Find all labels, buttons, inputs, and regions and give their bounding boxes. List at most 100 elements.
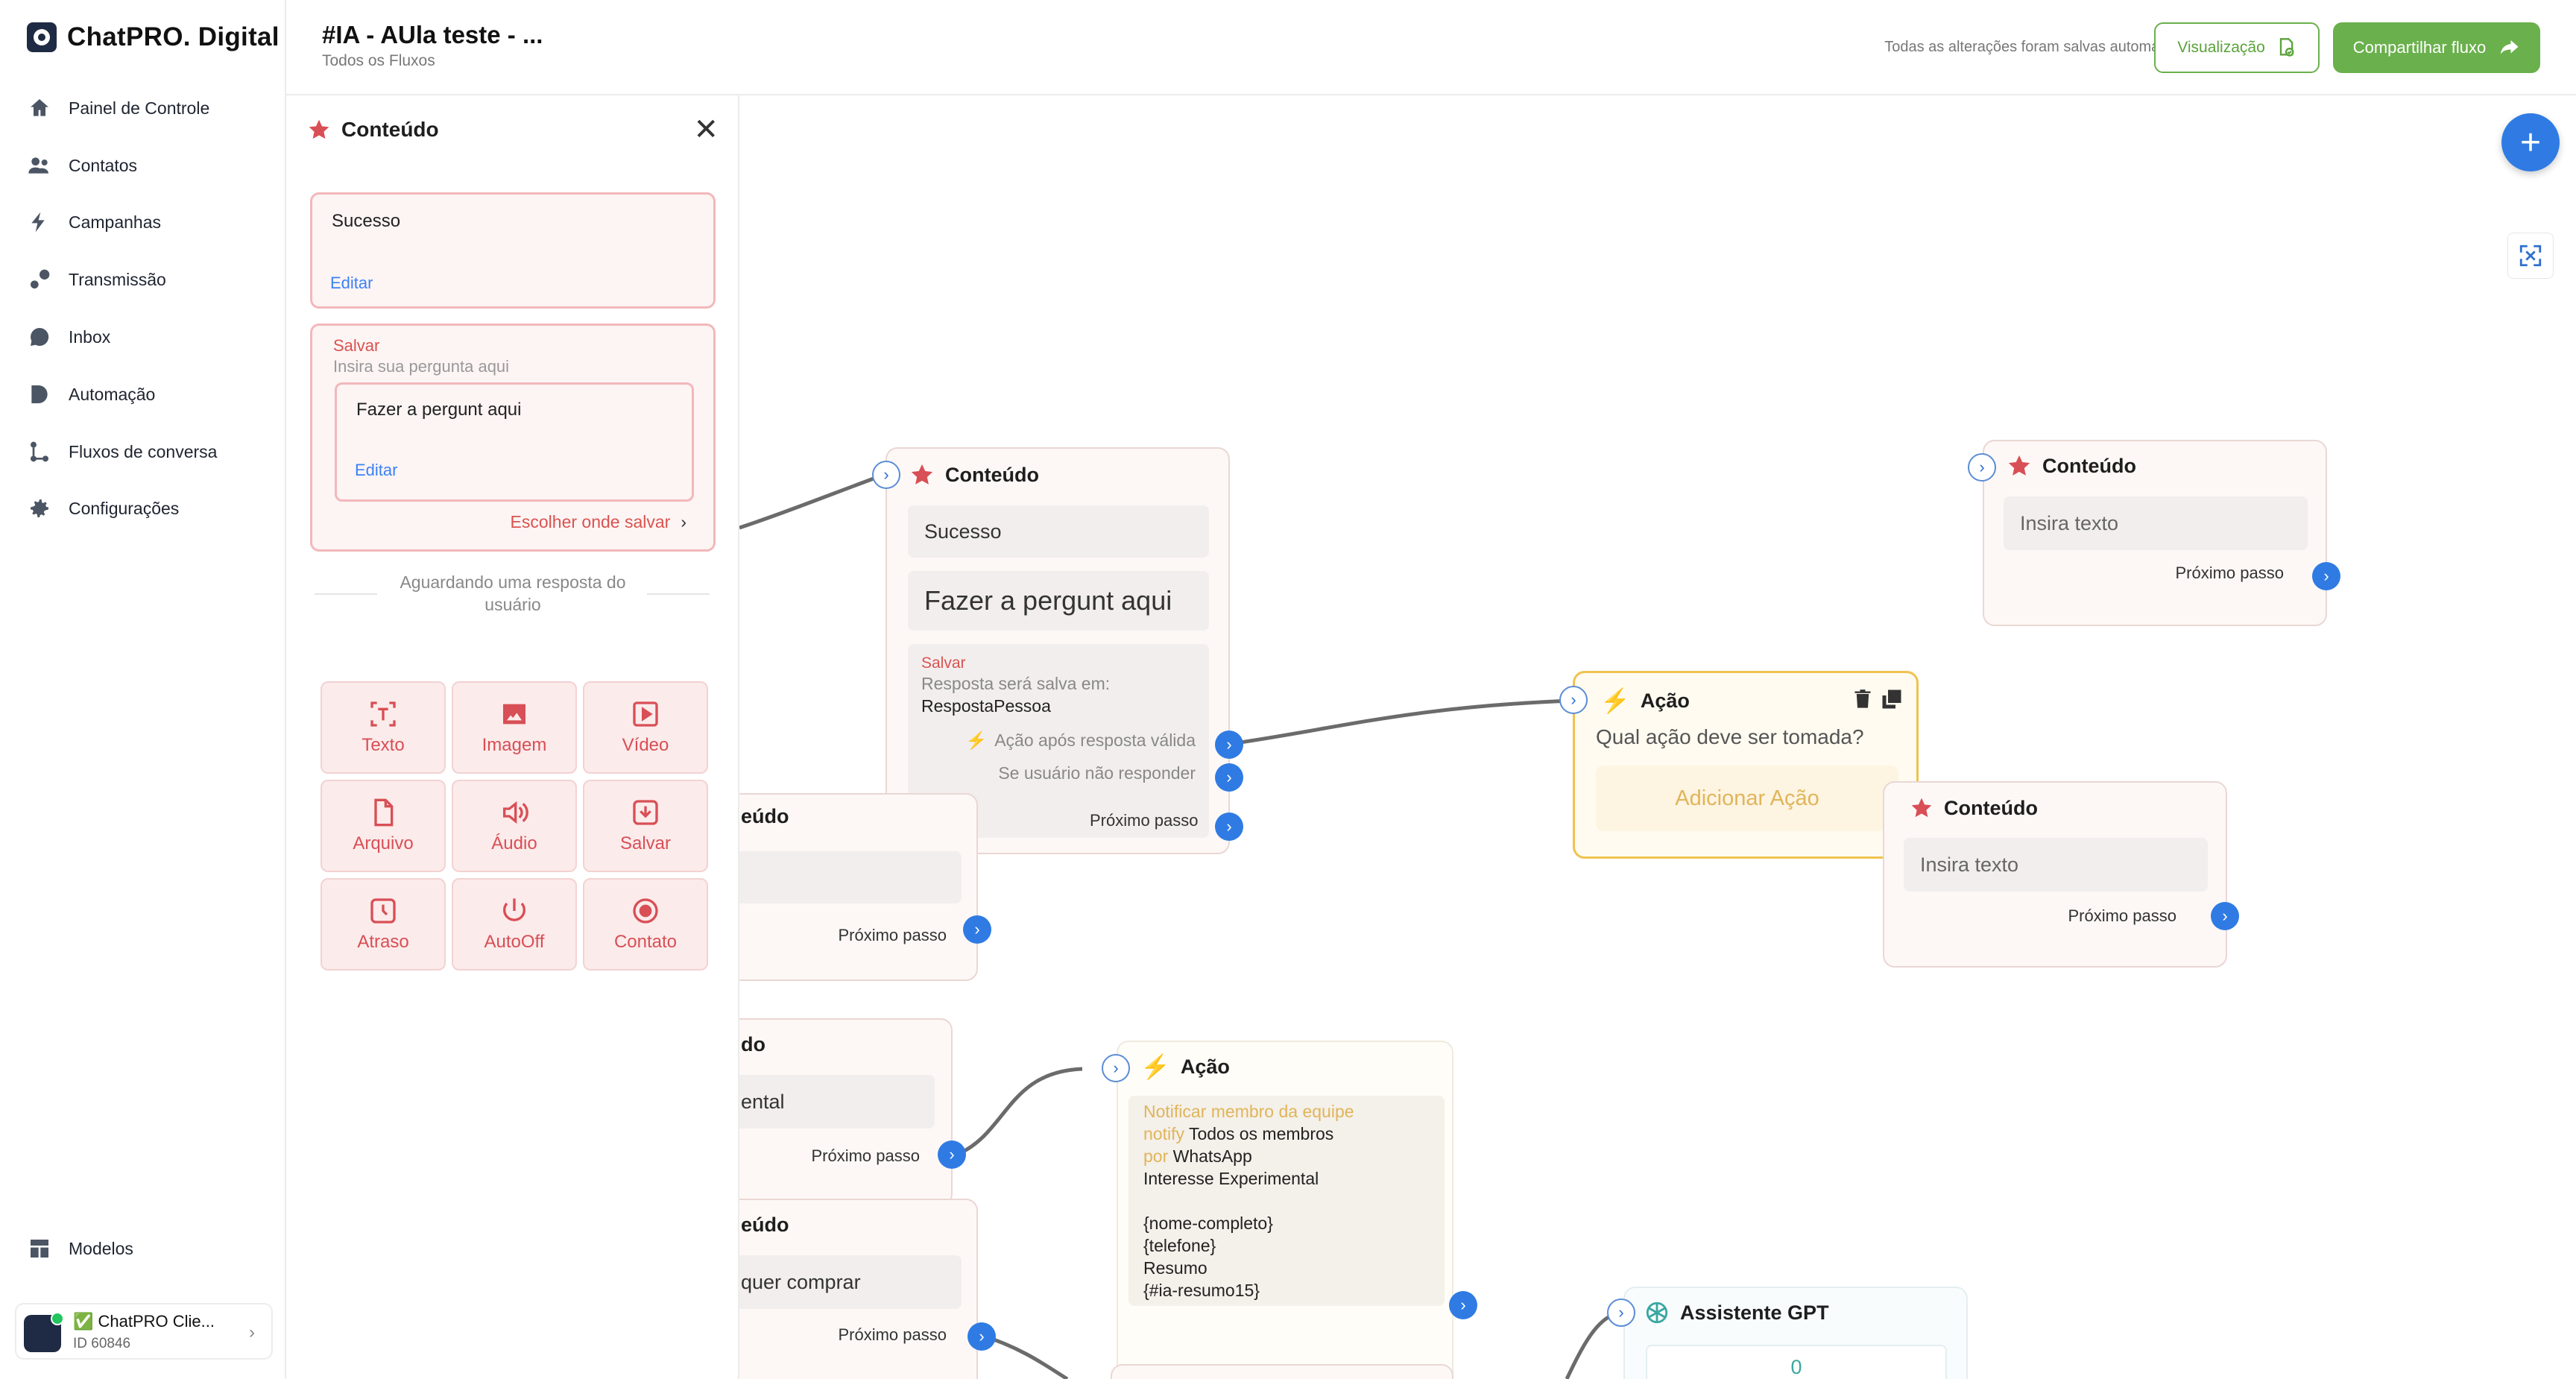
add-save-button[interactable]: Salvar	[583, 780, 708, 872]
node-message[interactable]: Sucesso	[908, 505, 1209, 558]
star-icon	[2008, 455, 2030, 476]
duplicate-icon[interactable]	[1881, 688, 1903, 714]
notify-target: notify Todos os membros	[1143, 1124, 1334, 1143]
bolt-icon: ⚡	[1140, 1053, 1170, 1080]
choose-save-label: Escolher onde salvar	[510, 512, 671, 531]
node-question[interactable]: Fazer a pergunt aqui	[908, 571, 1209, 631]
notify-heading: Notificar membro da equipe	[1143, 1102, 1354, 1121]
add-delay-button[interactable]: Atraso	[321, 878, 446, 971]
sidebar-item-inbox[interactable]: Inbox	[27, 324, 110, 350]
next-step-label: Próximo passo	[838, 1325, 947, 1344]
node-title: Conteúdo	[1944, 796, 2038, 819]
notify-action-node[interactable]: ⚡ Ação Notificar membro da equipe notify…	[1117, 1041, 1453, 1379]
edit-link[interactable]: Editar	[330, 274, 373, 293]
chevron-right-icon: ›	[681, 512, 686, 531]
sidebar-item-painel[interactable]: Painel de Controle	[27, 95, 209, 121]
openai-icon	[1646, 1301, 1668, 1324]
node-message[interactable]: Insira texto	[1904, 838, 2208, 892]
content-node[interactable]: do ental Próximo passo	[739, 1018, 953, 1206]
save-label: Salvar	[333, 336, 380, 355]
share-flow-button[interactable]: Compartilhar fluxo	[2333, 22, 2540, 73]
sidebar-item-fluxos[interactable]: Fluxos de conversa	[27, 439, 217, 464]
page-title[interactable]: #IA - AUla teste - ...	[322, 21, 543, 49]
save-variable: RespostaPessoa	[921, 696, 1051, 716]
node-message[interactable]	[739, 851, 962, 903]
input-handle[interactable]: ›	[1102, 1054, 1130, 1082]
content-node[interactable]: eúdo Próximo passo	[739, 793, 978, 981]
output-handle[interactable]: ›	[967, 1322, 996, 1351]
choose-save-location[interactable]: Escolher onde salvar ›	[511, 512, 686, 532]
content-node[interactable]: eúdo quer comprar Próximo passo	[739, 1199, 978, 1379]
button-label: Atraso	[357, 932, 409, 952]
content-node[interactable]: Conteúdo Insira texto Próximo passo	[1983, 440, 2327, 626]
action-node[interactable]: ⚡ Ação Qual ação deve ser tomada? Adicio…	[1573, 671, 1919, 859]
add-file-button[interactable]: Arquivo	[321, 780, 446, 872]
connection-line	[957, 1067, 1083, 1156]
add-autooff-button[interactable]: AutoOff	[452, 878, 577, 971]
button-label: Arquivo	[353, 833, 414, 853]
node-title: eúdo	[741, 805, 789, 827]
trash-icon[interactable]	[1852, 688, 1873, 714]
close-icon[interactable]: ✕	[693, 115, 719, 145]
video-icon	[633, 701, 658, 727]
sidebar-item-label: Automação	[69, 384, 156, 404]
edit-link[interactable]: Editar	[355, 461, 397, 480]
sidebar-item-label: Modelos	[69, 1238, 133, 1258]
add-image-button[interactable]: Imagem	[452, 681, 577, 774]
node-message[interactable]: Insira texto	[2004, 496, 2308, 550]
output-handle[interactable]: ›	[1449, 1291, 1477, 1319]
node-message[interactable]: quer comprar	[739, 1255, 962, 1309]
preview-button[interactable]: Visualização	[2154, 22, 2320, 73]
output-handle[interactable]: ›	[963, 915, 991, 944]
add-contact-button[interactable]: Contato	[583, 878, 708, 971]
star-icon	[1911, 798, 1932, 818]
flow-canvas[interactable]: Conteúdo Sucesso Fazer a pergunt aqui Sa…	[739, 95, 2576, 1379]
node-header: Conteúdo	[2007, 453, 2136, 479]
text-icon	[370, 701, 396, 727]
gpt-assistant-node[interactable]: Assistente GPT 0	[1623, 1287, 1968, 1379]
add-audio-button[interactable]: Áudio	[452, 780, 577, 872]
question-placeholder: Insira sua pergunta aqui	[333, 357, 510, 376]
sidebar-item-transmissao[interactable]: Transmissão	[27, 267, 166, 292]
output-handle[interactable]: ›	[2211, 902, 2239, 930]
input-handle[interactable]: ›	[1968, 453, 1996, 482]
question-box[interactable]: Fazer a pergunt aqui Editar	[335, 382, 694, 502]
notify-line: {telefone}	[1143, 1236, 1216, 1255]
gear-icon	[27, 496, 52, 521]
input-handle[interactable]: ›	[872, 461, 900, 489]
output-handle[interactable]: ›	[2312, 562, 2340, 590]
input-handle[interactable]: ›	[1607, 1298, 1635, 1327]
add-text-button[interactable]: Texto	[321, 681, 446, 774]
message-box[interactable]: Sucesso Editar	[310, 192, 716, 309]
add-video-button[interactable]: Vídeo	[583, 681, 708, 774]
input-handle[interactable]: ›	[1559, 686, 1588, 714]
content-node[interactable]	[1111, 1364, 1453, 1379]
connection-line	[982, 1334, 1069, 1379]
account-name: ✅ ChatPRO Clie...	[73, 1312, 215, 1331]
output-handle[interactable]: ›	[1215, 730, 1243, 759]
bolt-icon: ⚡	[965, 730, 988, 750]
add-action-button[interactable]: Adicionar Ação	[1596, 766, 1898, 831]
contact-icon	[633, 898, 658, 924]
notify-line: Resumo	[1143, 1258, 1208, 1278]
account-switcher[interactable]: ✅ ChatPRO Clie... ID 60846 ›	[15, 1303, 273, 1360]
content-node[interactable]: Conteúdo Insira texto Próximo passo	[1883, 781, 2227, 968]
output-handle[interactable]: ›	[938, 1140, 966, 1169]
sidebar-item-campanhas[interactable]: Campanhas	[27, 209, 161, 235]
add-node-button[interactable]: +	[2501, 113, 2560, 171]
connection-line	[1229, 698, 1573, 746]
node-message[interactable]: ental	[739, 1075, 935, 1129]
sidebar-item-contatos[interactable]: Contatos	[27, 153, 137, 178]
output-handle[interactable]: ›	[1215, 763, 1243, 792]
breadcrumb[interactable]: Todos os Fluxos	[322, 52, 435, 70]
gpt-value[interactable]: 0	[1646, 1345, 1947, 1379]
sidebar-item-configuracoes[interactable]: Configurações	[27, 496, 179, 521]
sidebar-item-modelos[interactable]: Modelos	[27, 1236, 133, 1261]
sidebar-item-automacao[interactable]: Automação	[27, 382, 155, 407]
output-handle[interactable]: ›	[1215, 812, 1243, 841]
sidebar-item-label: Painel de Controle	[69, 98, 210, 118]
brand[interactable]: ChatPRO. Digital	[27, 22, 280, 52]
fit-view-icon[interactable]	[2507, 233, 2554, 279]
account-id: ID 60846	[73, 1336, 131, 1351]
brand-logo	[27, 22, 57, 52]
